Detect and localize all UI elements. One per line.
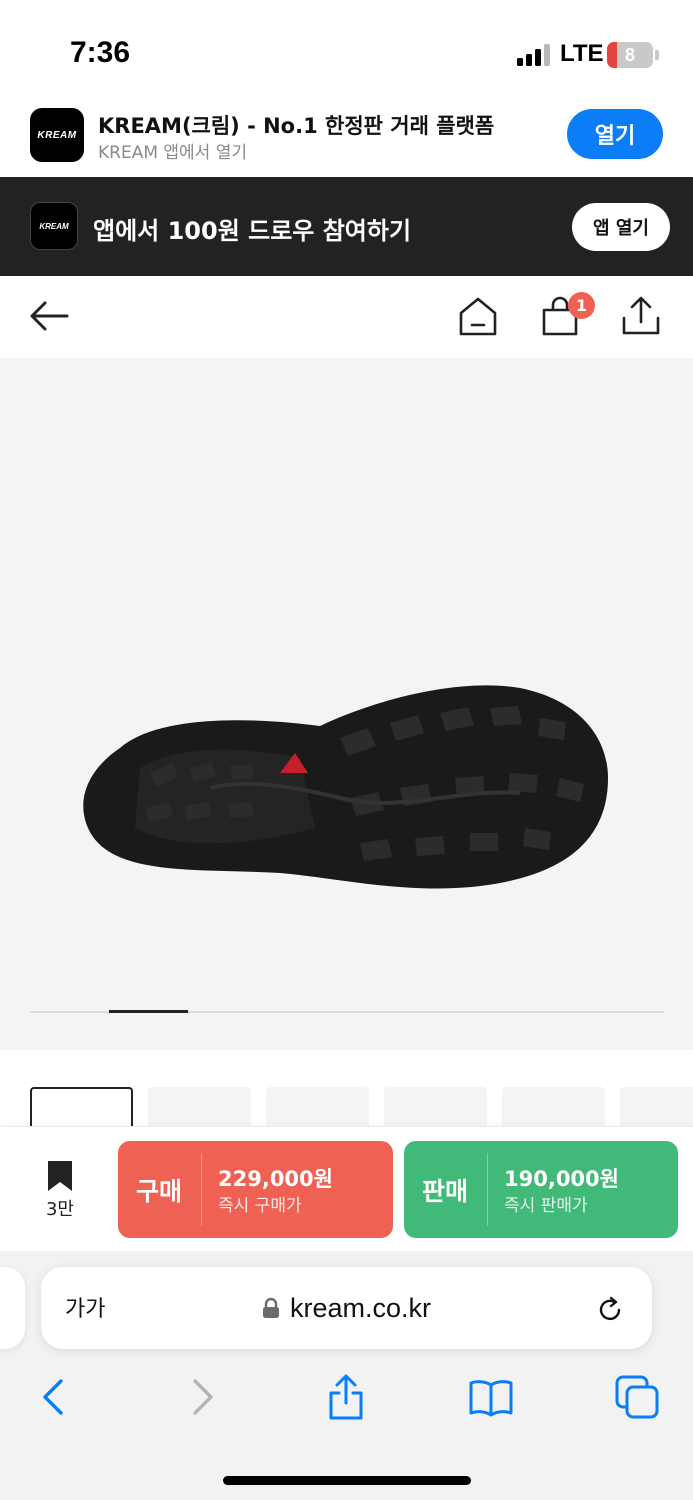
kream-promo-logo: KREAM xyxy=(30,202,78,250)
battery-tip xyxy=(655,50,659,60)
buy-price-caption: 즉시 구매가 xyxy=(218,1196,302,1216)
app-banner-subtitle: KREAM 앱에서 열기 xyxy=(98,143,248,163)
url-text: kream.co.kr xyxy=(289,1292,432,1323)
tabs-icon[interactable] xyxy=(613,1373,661,1421)
product-image-carousel[interactable] xyxy=(0,358,693,1050)
home-indicator xyxy=(223,1476,471,1485)
sell-price-caption: 즉시 판매가 xyxy=(504,1196,588,1216)
share-icon[interactable] xyxy=(322,1373,370,1421)
buy-price: 229,000원 xyxy=(218,1167,333,1191)
network-type: LTE xyxy=(560,40,604,67)
promo-text: 앱에서 100원 드로우 참여하기 xyxy=(93,217,412,245)
sell-divider xyxy=(487,1153,488,1226)
thumbnail[interactable] xyxy=(30,1087,133,1128)
sell-button[interactable]: 판매 190,000원 즉시 판매가 xyxy=(404,1141,678,1238)
thumbnail[interactable] xyxy=(384,1087,487,1128)
home-icon[interactable] xyxy=(456,294,500,338)
lock-icon xyxy=(262,1297,279,1318)
forward-icon[interactable] xyxy=(178,1373,226,1421)
thumbnail[interactable] xyxy=(148,1087,251,1128)
thumbnail[interactable] xyxy=(620,1087,693,1128)
kream-app-logo: KREAM xyxy=(30,108,84,162)
buy-button[interactable]: 구매 229,000원 즉시 구매가 xyxy=(118,1141,393,1238)
wish-count: 3만 xyxy=(45,1199,74,1220)
battery-icon: 8 xyxy=(607,42,653,68)
address-bar[interactable]: 가가 kream.co.kr xyxy=(41,1267,652,1349)
sell-price: 190,000원 xyxy=(504,1167,619,1191)
buy-divider xyxy=(201,1153,202,1226)
promo-open-app-button[interactable]: 앱 열기 xyxy=(572,203,670,251)
thumbnail[interactable] xyxy=(266,1087,369,1128)
back-icon[interactable] xyxy=(30,1373,78,1421)
buy-label: 구매 xyxy=(136,1176,183,1206)
thumbnail[interactable] xyxy=(502,1087,605,1128)
previous-tab-peek[interactable] xyxy=(0,1267,25,1349)
app-banner-title: KREAM(크림) - No.1 한정판 거래 플랫폼 xyxy=(98,114,495,138)
open-app-button[interactable]: 열기 xyxy=(567,109,663,159)
reload-icon[interactable] xyxy=(595,1295,625,1325)
back-arrow-icon[interactable] xyxy=(27,294,71,338)
carousel-progress-indicator xyxy=(109,1010,188,1013)
trade-bar: 3만 구매 229,000원 즉시 구매가 판매 190,000원 즉시 판매가 xyxy=(0,1126,693,1251)
url-container: kream.co.kr xyxy=(41,1267,652,1349)
thumbnail-strip xyxy=(0,1050,693,1128)
sell-label: 판매 xyxy=(422,1176,469,1206)
share-icon[interactable] xyxy=(619,294,663,338)
bookmarks-icon[interactable] xyxy=(467,1373,515,1421)
battery-level: 8 xyxy=(624,45,635,65)
carousel-progress xyxy=(30,1010,664,1013)
status-bar: 7:36 LTE 8 xyxy=(0,0,693,100)
cart-count-badge: 1 xyxy=(568,292,595,319)
smart-app-banner: KREAM KREAM(크림) - No.1 한정판 거래 플랫폼 KREAM … xyxy=(0,100,693,177)
bookmark-icon xyxy=(48,1161,72,1191)
browser-chrome: 가가 kream.co.kr xyxy=(0,1251,693,1500)
app-promo-bar[interactable]: KREAM 앱에서 100원 드로우 참여하기 앱 열기 xyxy=(0,177,693,276)
signal-icon xyxy=(517,44,551,66)
shoe-sole-image xyxy=(83,685,609,889)
product-header xyxy=(0,276,693,358)
status-time: 7:36 xyxy=(70,36,131,69)
wishlist-button[interactable]: 3만 xyxy=(30,1159,90,1229)
